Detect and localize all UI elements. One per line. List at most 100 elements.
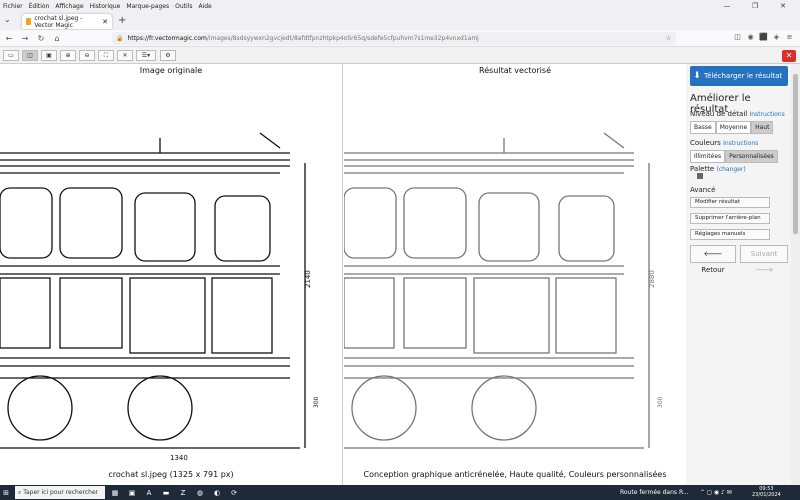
globe-app-icon[interactable]: ◐ bbox=[210, 489, 224, 497]
download-icon: ⬇ bbox=[693, 71, 701, 81]
taskbar: ⊞ ⌕ Taper ici pour rechercher ▦ ▣ A ▬ Z … bbox=[0, 485, 800, 500]
advanced-label: Avancé bbox=[690, 186, 716, 194]
scrollbar-thumb[interactable] bbox=[793, 74, 798, 234]
next-arrow-icon: 🡒 bbox=[754, 266, 774, 274]
app-toolbar: ▭ ◫ ▣ ⊕ ⊖ ⛶ ✕ ☰▾ ⚙ ✕ bbox=[0, 47, 800, 64]
menu-tools[interactable]: Outils bbox=[175, 3, 192, 10]
remove-background-button[interactable]: Supprimer l'arrière-plan bbox=[690, 213, 770, 224]
detail-high[interactable]: Haut bbox=[751, 121, 774, 134]
original-pane: Image originale 2140 1340 300 crochat sl… bbox=[0, 64, 343, 485]
actual-size-icon[interactable]: ✕ bbox=[117, 50, 133, 61]
close-editor-button[interactable]: ✕ bbox=[782, 50, 796, 62]
tab-list-icon[interactable]: ⌄ bbox=[4, 15, 11, 24]
back-label: Retour bbox=[701, 266, 725, 274]
pdf-app-icon[interactable]: Z bbox=[176, 489, 190, 497]
view-image-icon[interactable]: ▣ bbox=[41, 50, 57, 61]
menu-history[interactable]: Historique bbox=[90, 3, 121, 10]
tab-title: crochat sl.jpeg - Vector Magic bbox=[34, 14, 83, 29]
tab-close-icon[interactable]: ✕ bbox=[102, 18, 108, 26]
menu-file[interactable]: Fichier bbox=[3, 3, 23, 10]
taskbar-clock[interactable]: 09:53 23/01/2024 bbox=[752, 486, 781, 498]
download-label: Télécharger le résultat bbox=[704, 72, 783, 80]
nav-right-icons: ◫ ◉ ⬛ ◈ ≡ bbox=[731, 33, 796, 44]
download-button[interactable]: ⬇ Télécharger le résultat bbox=[690, 66, 788, 86]
palette-row: Palette (changer) bbox=[690, 165, 746, 173]
sync-app-icon[interactable]: ⟳ bbox=[227, 489, 241, 497]
browser-tab[interactable]: crochat sl.jpeg - Vector Magic ✕ bbox=[22, 14, 112, 29]
colors-selector: Illimitées Personnalisées bbox=[690, 150, 778, 163]
url-bar[interactable]: 🔒 https://fr.vectormagic.com /images/8sd… bbox=[112, 32, 676, 45]
task-view-icon[interactable]: ▣ bbox=[125, 489, 139, 497]
layout-dropdown-icon[interactable]: ☰▾ bbox=[136, 50, 156, 61]
bookmark-star-icon[interactable]: ☆ bbox=[666, 35, 671, 42]
detail-low[interactable]: Basse bbox=[690, 121, 716, 134]
zoom-in-icon[interactable]: ⊕ bbox=[60, 50, 76, 61]
minimize-icon[interactable]: — bbox=[716, 0, 738, 12]
taskbar-notification[interactable]: Route fermée dans R... bbox=[620, 485, 689, 500]
colors-instructions-link[interactable]: Instructions bbox=[723, 140, 758, 147]
extension-icon[interactable]: ⬛ bbox=[757, 33, 770, 44]
forward-icon[interactable]: → bbox=[18, 34, 32, 43]
menu-help[interactable]: Aide bbox=[198, 3, 211, 10]
close-window-icon[interactable]: ✕ bbox=[772, 0, 794, 12]
original-drawing: 2140 1340 300 bbox=[0, 132, 320, 462]
new-tab-icon[interactable]: + bbox=[118, 15, 126, 26]
windows-start-icon[interactable]: ⊞ bbox=[0, 489, 12, 497]
view-split-icon[interactable]: ◫ bbox=[22, 50, 38, 61]
page-scrollbar[interactable] bbox=[791, 64, 800, 485]
back-icon[interactable]: ← bbox=[2, 34, 16, 43]
manual-settings-button[interactable]: Réglages manuels bbox=[690, 229, 770, 240]
menu-bookmarks[interactable]: Marque-pages bbox=[126, 3, 169, 10]
vector-pane: Résultat vectorisé 2880 300 Conception g… bbox=[344, 64, 686, 485]
zebra-app-icon[interactable]: ▦ bbox=[108, 489, 122, 497]
shield-icon[interactable]: ◈ bbox=[770, 33, 783, 44]
detail-label: Niveau de détail bbox=[690, 110, 748, 118]
dim-300-right: 300 bbox=[657, 396, 664, 408]
url-path: /images/8sdsyywxn2gvcjedt/8afdtfpnzhtpkp… bbox=[206, 35, 479, 42]
url-domain: https://fr.vectormagic.com bbox=[127, 35, 207, 42]
palette-change-link[interactable]: (changer) bbox=[716, 166, 745, 173]
tab-bar: ⌄ crochat sl.jpeg - Vector Magic ✕ + bbox=[0, 12, 800, 30]
account-icon[interactable]: ◉ bbox=[744, 33, 757, 44]
taskbar-search[interactable]: ⌕ Taper ici pour rechercher bbox=[15, 486, 105, 499]
back-button[interactable]: 🡐 Retour bbox=[690, 245, 736, 274]
reload-icon[interactable]: ↻ bbox=[34, 34, 48, 43]
edit-result-button[interactable]: Modifier résultat bbox=[690, 197, 770, 208]
vector-drawing: 2880 300 bbox=[344, 132, 664, 449]
palette-swatch bbox=[697, 173, 703, 179]
original-title: Image originale bbox=[139, 66, 203, 75]
folder-icon[interactable]: ▬ bbox=[159, 489, 173, 497]
colors-unlimited[interactable]: Illimitées bbox=[690, 150, 726, 163]
colors-label-row: Couleurs Instructions bbox=[690, 139, 758, 147]
palette-label: Palette bbox=[690, 165, 715, 173]
dim-height-right: 2880 bbox=[648, 270, 656, 288]
detail-medium[interactable]: Moyenne bbox=[715, 121, 752, 134]
acrobat-icon[interactable]: A bbox=[142, 489, 156, 497]
firefox-icon[interactable]: ◍ bbox=[193, 489, 207, 497]
dim-height-left: 2140 bbox=[304, 270, 312, 288]
zoom-out-icon[interactable]: ⊖ bbox=[79, 50, 95, 61]
home-icon[interactable]: ⌂ bbox=[50, 34, 64, 43]
settings-gear-icon[interactable]: ⚙ bbox=[160, 50, 176, 61]
fit-icon[interactable]: ⛶ bbox=[98, 50, 114, 61]
next-button[interactable]: Suivant 🡒 bbox=[740, 245, 788, 274]
menu-edit[interactable]: Édition bbox=[29, 3, 50, 10]
menu-icon[interactable]: ≡ bbox=[783, 33, 796, 44]
system-tray-icons[interactable]: ⌃ ◻ ◉ ♪ ✉ bbox=[700, 485, 732, 500]
view-single-icon[interactable]: ▭ bbox=[3, 50, 19, 61]
menu-view[interactable]: Affichage bbox=[55, 3, 83, 10]
next-label: Suivant bbox=[750, 250, 778, 258]
pocket-icon[interactable]: ◫ bbox=[731, 33, 744, 44]
maximize-icon[interactable]: ❐ bbox=[744, 0, 766, 12]
nav-bar: ← → ↻ ⌂ 🔒 https://fr.vectormagic.com /im… bbox=[0, 30, 800, 47]
menu-bar: Fichier Édition Affichage Historique Mar… bbox=[0, 0, 800, 12]
lock-icon: 🔒 bbox=[116, 35, 124, 42]
original-caption: crochat sl.jpeg (1325 x 791 px) bbox=[108, 470, 234, 479]
detail-instructions-link[interactable]: Instructions bbox=[749, 111, 784, 118]
dim-width-left: 1340 bbox=[170, 454, 188, 462]
clock-date: 23/01/2024 bbox=[752, 492, 781, 498]
colors-label: Couleurs bbox=[690, 139, 721, 147]
colors-custom[interactable]: Personnalisées bbox=[725, 150, 778, 163]
vector-caption: Conception graphique anticrénelée, Haute… bbox=[363, 470, 667, 479]
back-arrow-icon: 🡐 bbox=[703, 250, 723, 258]
